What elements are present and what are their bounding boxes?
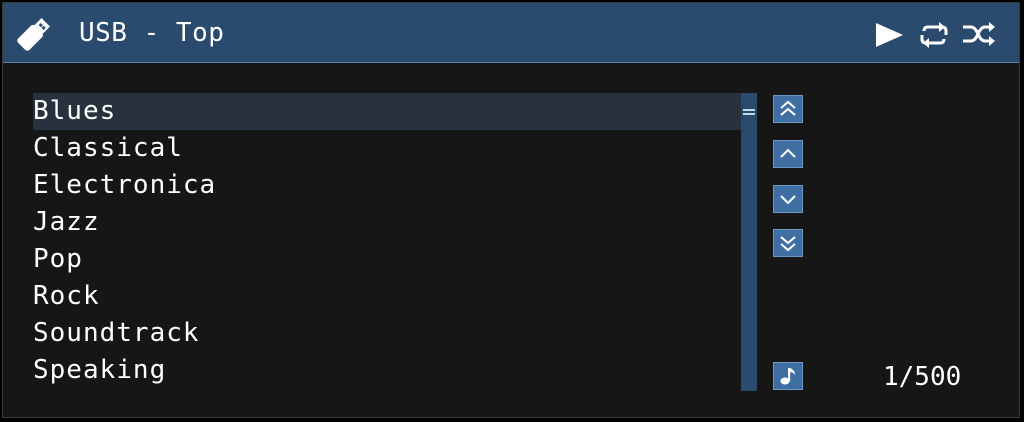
down-icon	[780, 195, 796, 205]
shuffle-icon[interactable]	[961, 19, 997, 49]
list-item[interactable]: Pop	[33, 241, 741, 278]
list-item[interactable]: Classical	[33, 130, 741, 167]
up-icon	[780, 148, 796, 158]
scrollbar[interactable]	[741, 93, 757, 391]
play-icon[interactable]	[873, 21, 905, 49]
list-item[interactable]: Speaking	[33, 352, 741, 389]
page-down-icon	[780, 236, 796, 252]
list-item[interactable]: Jazz	[33, 204, 741, 241]
music-note-icon	[780, 368, 795, 385]
down-button[interactable]	[773, 185, 803, 213]
page-title: USB - Top	[79, 18, 225, 48]
page-counter: 1/500	[883, 362, 962, 392]
list-item[interactable]: Soundtrack	[33, 315, 741, 352]
scroll-thumb[interactable]	[743, 109, 755, 111]
repeat-icon[interactable]	[917, 21, 951, 49]
screen-frame: USB - Top Blues Classical Electronica Ja…	[2, 2, 1020, 418]
list-item[interactable]: Electronica	[33, 167, 741, 204]
list-item[interactable]: Rock	[33, 278, 741, 315]
page-up-icon	[780, 100, 796, 116]
scroll-thumb-line	[743, 113, 755, 115]
list-item[interactable]: Blues	[33, 93, 741, 130]
usb-icon	[17, 18, 50, 51]
genre-list: Blues Classical Electronica Jazz Pop Roc…	[33, 93, 741, 389]
page-up-button[interactable]	[773, 95, 803, 123]
now-playing-button[interactable]	[773, 362, 803, 390]
page-down-button[interactable]	[773, 229, 803, 257]
header-bar: USB - Top	[3, 3, 1019, 63]
up-button[interactable]	[773, 140, 803, 168]
